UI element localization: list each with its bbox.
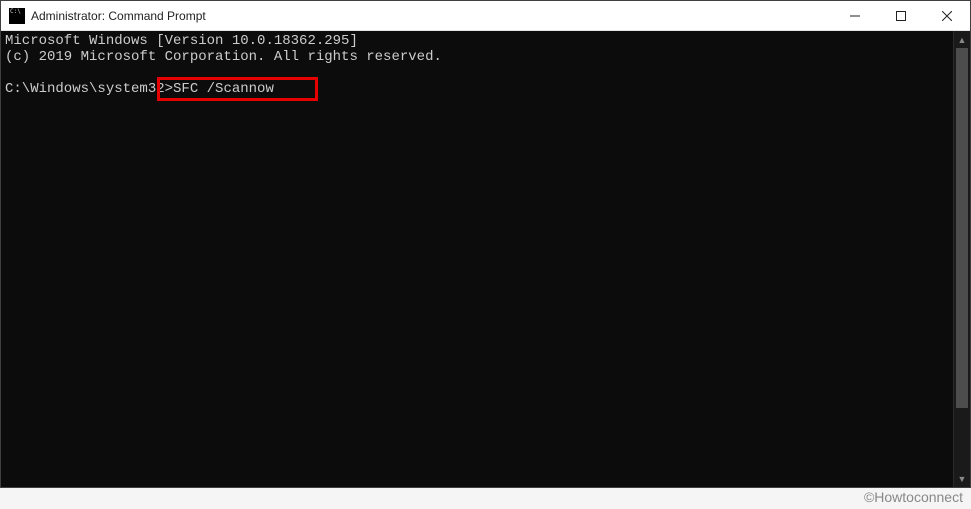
scroll-thumb[interactable]: [956, 48, 968, 408]
version-line: Microsoft Windows [Version 10.0.18362.29…: [5, 33, 358, 49]
minimize-button[interactable]: [832, 1, 878, 30]
terminal-wrap: Microsoft Windows [Version 10.0.18362.29…: [1, 31, 970, 487]
title-bar[interactable]: Administrator: Command Prompt: [1, 1, 970, 31]
terminal-output[interactable]: Microsoft Windows [Version 10.0.18362.29…: [1, 31, 953, 487]
terminal-area: Microsoft Windows [Version 10.0.18362.29…: [1, 31, 970, 487]
maximize-button[interactable]: [878, 1, 924, 30]
copyright-line: (c) 2019 Microsoft Corporation. All righ…: [5, 49, 442, 65]
vertical-scrollbar[interactable]: ▲ ▼: [953, 31, 970, 487]
typed-command[interactable]: SFC /Scannow: [173, 81, 274, 97]
window-controls: [832, 1, 970, 30]
chevron-down-icon: ▼: [958, 474, 967, 484]
close-icon: [942, 11, 952, 21]
scroll-down-button[interactable]: ▼: [954, 470, 970, 487]
command-prompt-window: Administrator: Command Prompt Microsoft …: [0, 0, 971, 488]
window-title: Administrator: Command Prompt: [31, 9, 832, 23]
watermark-text: ©Howtoconnect: [864, 489, 963, 505]
prompt-path: C:\Windows\system32>: [5, 81, 173, 97]
close-button[interactable]: [924, 1, 970, 30]
scroll-up-button[interactable]: ▲: [954, 31, 970, 48]
minimize-icon: [850, 11, 860, 21]
maximize-icon: [896, 11, 906, 21]
chevron-up-icon: ▲: [958, 35, 967, 45]
cmd-icon: [9, 8, 25, 24]
